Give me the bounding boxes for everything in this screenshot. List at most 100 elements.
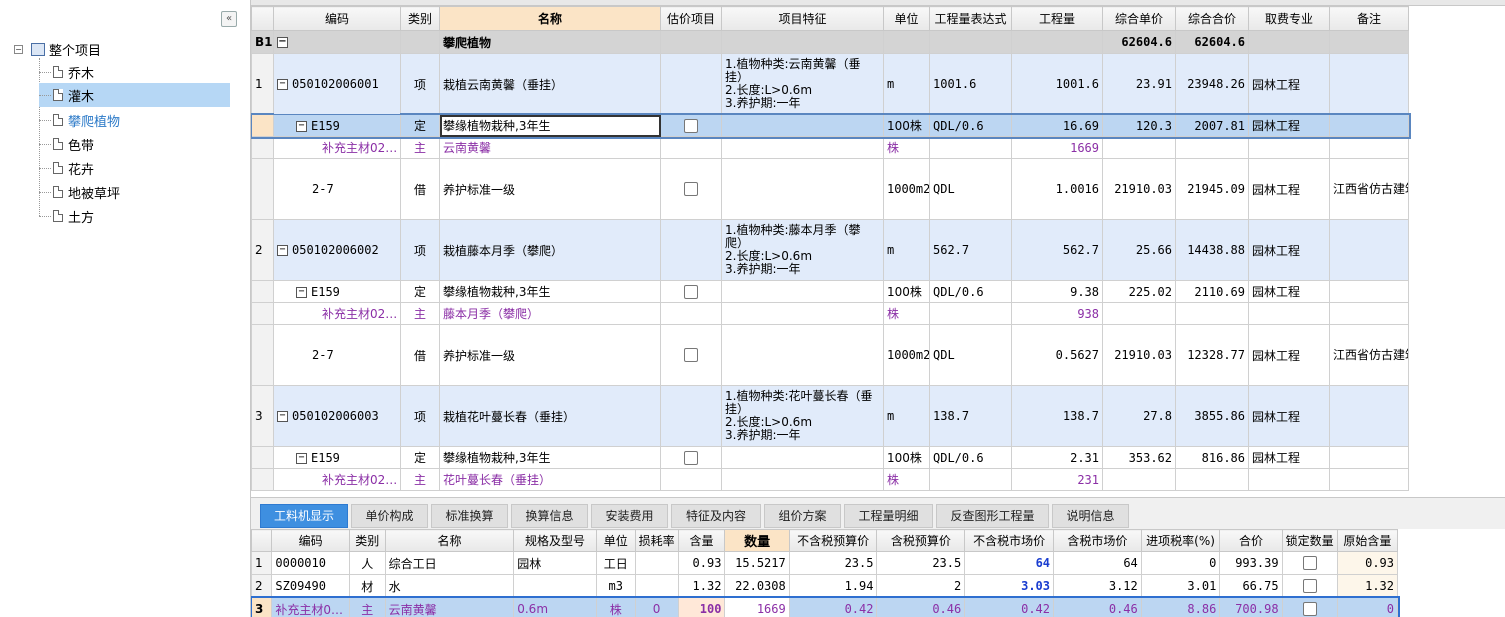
row-content[interactable]: 1.32 — [677, 574, 726, 598]
row-name-editor[interactable]: 攀缘植物栽种,3年生 — [439, 114, 661, 137]
row-profession[interactable]: 园林工程 — [1248, 385, 1330, 447]
row-expr[interactable]: QDL/0.6 — [929, 280, 1012, 303]
row-name[interactable]: 攀爬植物 — [439, 30, 661, 54]
header-market-notax[interactable]: 不含税市场价 — [964, 529, 1055, 552]
collapse-toggle-icon[interactable]: − — [277, 411, 288, 422]
row-name[interactable]: 攀缘植物栽种,3年生 — [439, 280, 661, 303]
header-market-tax[interactable]: 含税市场价 — [1053, 529, 1142, 552]
header-qty[interactable]: 数量 — [724, 529, 790, 552]
table-row-quota[interactable]: − E159 定 攀缘植物栽种,3年生 100株 QDL/0.6 2.31 353… — [251, 446, 1409, 469]
tab-pricing-plan[interactable]: 组价方案 — [764, 504, 841, 528]
collapse-toggle-icon[interactable]: − — [277, 245, 288, 256]
row-name[interactable]: 云南黄馨 — [384, 597, 515, 617]
header-loss[interactable]: 损耗率 — [634, 529, 679, 552]
row-profession[interactable]: 园林工程 — [1248, 114, 1330, 137]
row-expr[interactable]: QDL — [929, 324, 1012, 386]
header-code[interactable]: 编码 — [271, 529, 350, 552]
row-expr[interactable]: 1001.6 — [929, 53, 1012, 115]
row-content[interactable]: 0.93 — [677, 551, 726, 575]
collapse-toggle-icon[interactable]: − — [277, 37, 288, 48]
table-row-item[interactable]: 1 −050102006001 项 栽植云南黄馨（垂挂） 1.植物种类:云南黄馨… — [251, 53, 1409, 115]
row-name[interactable]: 花叶蔓长春（垂挂） — [439, 468, 661, 491]
header-note[interactable]: 备注 — [1329, 6, 1409, 31]
row-profession[interactable]: 园林工程 — [1248, 280, 1330, 303]
row-code[interactable]: 0000010 — [271, 551, 350, 575]
header-tax-rate[interactable]: 进项税率(%) — [1140, 529, 1221, 552]
row-expr[interactable]: QDL/0.6 — [929, 446, 1012, 469]
row-code[interactable]: − E159 — [273, 446, 401, 469]
header-total[interactable]: 合价 — [1219, 529, 1283, 552]
table-row-material[interactable]: 补充主材02… 主 花叶蔓长春（垂挂） 株 231 — [251, 468, 1409, 491]
collapse-toggle-icon[interactable]: − — [296, 452, 307, 464]
row-qty[interactable]: 15.5217 — [724, 551, 790, 575]
row-code[interactable]: 补充主材02… — [273, 302, 401, 325]
estimate-checkbox[interactable] — [684, 450, 698, 465]
row-code[interactable]: − E159 — [273, 280, 401, 303]
header-total-price[interactable]: 综合合价 — [1175, 6, 1249, 31]
row-name[interactable]: 栽植花叶蔓长春（垂挂） — [439, 385, 661, 447]
header-qty[interactable]: 工程量 — [1011, 6, 1103, 31]
header-type[interactable]: 类别 — [348, 529, 386, 552]
header-content[interactable]: 含量 — [677, 529, 726, 552]
tab-feature-content[interactable]: 特征及内容 — [671, 504, 761, 528]
tree-root-item[interactable]: − 整个项目 — [14, 40, 101, 59]
tab-conversion-info[interactable]: 换算信息 — [511, 504, 588, 528]
tab-unit-price-composition[interactable]: 单价构成 — [351, 504, 428, 528]
tab-install-fee[interactable]: 安装费用 — [591, 504, 668, 528]
row-profession[interactable]: 园林工程 — [1248, 53, 1330, 115]
table-row-quota-selected[interactable]: − E159 定 攀缘植物栽种,3年生 100株 QDL/0.6 16.69 12… — [251, 112, 1411, 139]
collapse-toggle-icon[interactable]: − — [14, 44, 23, 54]
header-code[interactable]: 编码 — [273, 6, 401, 31]
row-qty-editor[interactable]: 1669 — [724, 597, 790, 617]
row-expr[interactable]: QDL/0.6 — [929, 114, 1012, 137]
row-feature[interactable]: 1.植物种类:藤本月季（攀爬） 2.长度:L>0.6m 3.养护期:一年 — [721, 219, 884, 281]
row-feature[interactable]: 1.植物种类:云南黄馨（垂挂） 2.长度:L>0.6m 3.养护期:一年 — [721, 53, 884, 115]
tree-item-dibei[interactable]: 地被草坪 — [39, 180, 230, 204]
row-loss[interactable] — [634, 551, 679, 575]
row-note[interactable]: 江西省仿古建筑及园林工程预算定额(2000) — [1329, 158, 1409, 220]
collapse-toggle-icon[interactable]: − — [277, 79, 288, 90]
tree-item-huahui[interactable]: 花卉 — [39, 156, 230, 180]
table-row-material[interactable]: 补充主材02… 主 云南黄馨 株 1669 — [251, 136, 1409, 159]
row-name[interactable]: 藤本月季（攀爬） — [439, 302, 661, 325]
row-profession[interactable]: 园林工程 — [1248, 446, 1330, 469]
row-code[interactable]: −050102006002 — [273, 219, 401, 281]
header-budget-tax[interactable]: 含税预算价 — [876, 529, 966, 552]
header-orig-content[interactable]: 原始含量 — [1336, 529, 1399, 552]
row-profession[interactable]: 园林工程 — [1248, 219, 1330, 281]
tab-labor-material[interactable]: 工料机显示 — [260, 504, 348, 528]
header-unit[interactable]: 单位 — [595, 529, 636, 552]
header-unit-price[interactable]: 综合单价 — [1102, 6, 1176, 31]
row-name[interactable]: 养护标准一级 — [439, 158, 661, 220]
table-row-quota[interactable]: 2-7 借 养护标准一级 1000m2 QDL 1.0016 21910.03 … — [251, 158, 1409, 220]
row-loss[interactable] — [634, 574, 679, 598]
tab-quantity-detail[interactable]: 工程量明细 — [844, 504, 933, 528]
tree-item-tufang[interactable]: 土方 — [39, 204, 230, 228]
row-name[interactable]: 综合工日 — [384, 551, 515, 575]
lock-qty-checkbox[interactable] — [1302, 579, 1317, 594]
row-loss[interactable]: 0 — [634, 597, 679, 617]
row-code[interactable]: − E159 — [273, 114, 401, 137]
row-qty[interactable]: 22.0308 — [724, 574, 790, 598]
header-feature[interactable]: 项目特征 — [721, 6, 884, 31]
collapse-toggle-icon[interactable]: − — [296, 120, 307, 132]
tree-item-sedai[interactable]: 色带 — [39, 132, 230, 156]
header-name[interactable]: 名称 — [439, 6, 661, 31]
row-market-notax[interactable]: 3.03 — [964, 574, 1055, 598]
row-code[interactable]: −050102006001 — [273, 53, 401, 115]
tab-standard-conversion[interactable]: 标准换算 — [431, 504, 508, 528]
row-note[interactable]: 江西省仿古建筑及园林工程预算定额(2000) — [1329, 324, 1409, 386]
header-expr[interactable]: 工程量表达式 — [929, 6, 1012, 31]
double-chevron-left-icon[interactable]: « — [221, 11, 237, 27]
estimate-checkbox[interactable] — [684, 284, 698, 299]
estimate-checkbox[interactable] — [684, 182, 698, 197]
table-row-section[interactable]: B1 − 攀爬植物 62604.6 62604.6 — [251, 30, 1409, 54]
table-row-material[interactable]: 补充主材02… 主 藤本月季（攀爬） 株 938 — [251, 302, 1409, 325]
table-row[interactable]: 1 0000010 人 综合工日 园林 工日 0.93 15.5217 23.5… — [251, 551, 1399, 575]
row-name[interactable]: 云南黄馨 — [439, 136, 661, 159]
estimate-checkbox[interactable] — [684, 118, 698, 133]
row-market-tax[interactable]: 0.46 — [1053, 597, 1142, 617]
row-code[interactable]: −050102006003 — [273, 385, 401, 447]
row-code[interactable]: 2-7 — [273, 158, 401, 220]
row-name[interactable]: 栽植藤本月季（攀爬） — [439, 219, 661, 281]
